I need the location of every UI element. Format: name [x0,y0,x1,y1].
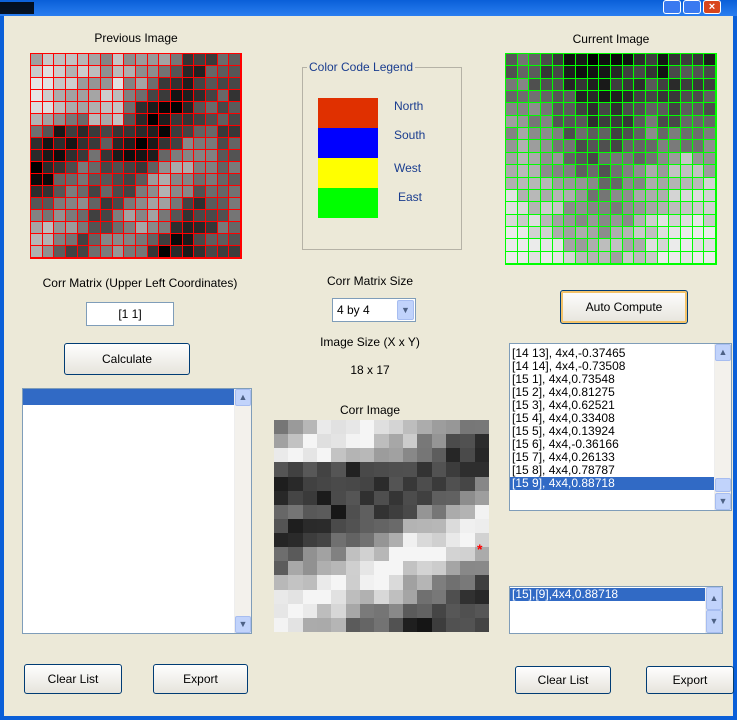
scroll-up-icon[interactable]: ▲ [235,389,251,406]
left-list[interactable]: ▲ ▼ [22,388,252,634]
list-item[interactable]: [15 9], 4x4,0.88718 [510,477,714,490]
window-border-left [0,16,4,720]
clear-list-button[interactable]: Clear List [24,664,122,694]
legend-swatch-south [318,128,378,158]
corr-image [274,420,489,632]
legend-swatch-north [318,98,378,128]
list-item[interactable] [23,389,234,405]
legend-label-east: East [398,190,423,204]
calculate-button[interactable]: Calculate [64,343,190,375]
current-image-grid [505,53,717,265]
size-select[interactable]: 4 by 4 ▼ [332,298,416,322]
selected-list[interactable]: [15],[9],4x4,0.88718 ▲ ▼ [509,586,723,634]
export-button[interactable]: Export [153,664,248,694]
legend-label-south: South [394,128,426,142]
results-list-scrollbar[interactable]: ▲ ▼ [714,344,731,510]
previous-image-title: Previous Image [94,31,178,45]
chevron-down-icon[interactable]: ▼ [397,300,414,320]
scroll-thumb[interactable] [715,478,731,492]
window-titlebar [0,0,737,16]
maximize-icon[interactable] [683,0,701,14]
image-size-value: 18 x 17 [350,363,390,377]
app-icon [0,2,34,14]
selected-list-scrollbar[interactable]: ▲ ▼ [705,587,722,633]
auto-compute-button[interactable]: Auto Compute [560,290,688,324]
match-marker: * [477,541,483,557]
minimize-icon[interactable] [663,0,681,14]
results-list[interactable]: [14 13], 4x4,-0.37465 [14 14], 4x4,-0.735… [509,343,732,511]
legend-swatch-west [318,158,378,188]
scroll-up-icon[interactable]: ▲ [715,344,731,361]
scroll-down-icon[interactable]: ▼ [235,616,251,633]
close-icon[interactable]: × [703,0,721,14]
legend-swatch-east [318,188,378,218]
coords-input[interactable]: [1 1] [86,302,174,326]
legend-title: Color Code Legend [309,60,414,74]
left-list-scrollbar[interactable]: ▲ ▼ [234,389,251,633]
legend-label-west: West [394,161,422,175]
scroll-up-icon[interactable]: ▲ [706,587,722,610]
size-select-value: 4 by 4 [337,303,370,317]
legend-label-north: North [394,99,424,113]
clear-list-button[interactable]: Clear List [515,666,611,694]
corr-matrix-coords-label: Corr Matrix (Upper Left Coordinates) [42,276,238,290]
current-image-title: Current Image [572,32,650,46]
corr-matrix-size-label: Corr Matrix Size [326,274,413,288]
image-size-label: Image Size (X x Y) [320,335,420,349]
list-item[interactable]: [15],[9],4x4,0.88718 [510,588,705,601]
corr-image-title: Corr Image [339,403,401,417]
scroll-down-icon[interactable]: ▼ [706,610,722,633]
export-button[interactable]: Export [646,666,734,694]
scroll-down-icon[interactable]: ▼ [715,493,731,510]
window-border-right [733,16,737,720]
previous-image-grid [30,53,242,259]
window-border-bottom [0,716,737,720]
